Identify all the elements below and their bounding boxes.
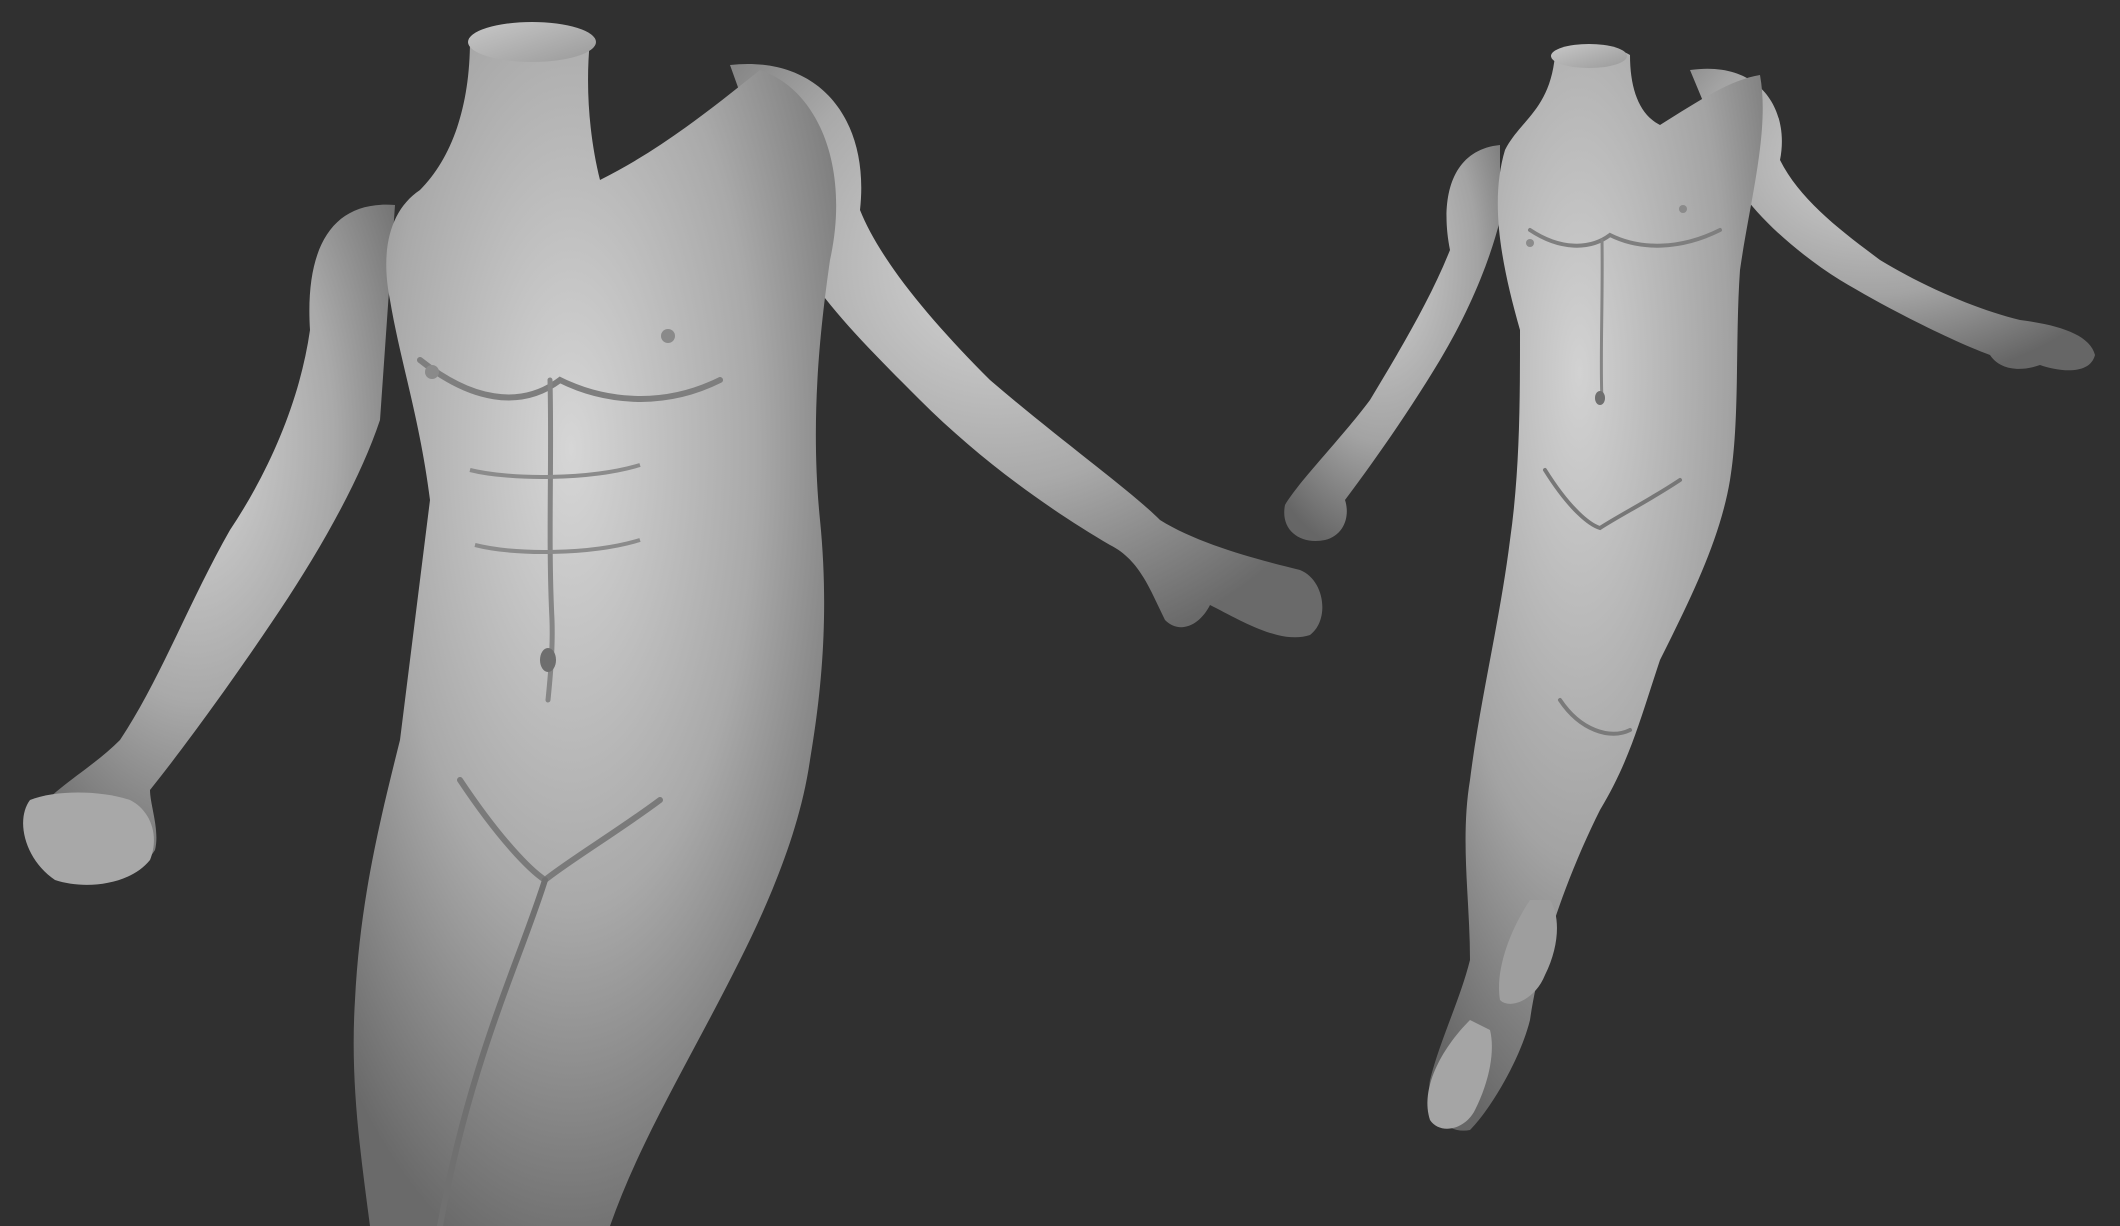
left-figure-neck-cap — [468, 22, 596, 62]
right-figure-arm-b — [1284, 145, 1500, 541]
fullbody-sculpt-right — [1284, 44, 2095, 1131]
right-figure-nipple-a — [1526, 239, 1534, 247]
left-figure-nipple-b — [661, 329, 675, 343]
left-figure-navel — [540, 648, 556, 672]
left-figure-fist — [23, 792, 154, 885]
sculpt-viewport — [0, 0, 2120, 1226]
left-figure-nipple-a — [425, 365, 439, 379]
left-figure-arm-a — [31, 204, 396, 882]
right-figure-navel — [1595, 391, 1605, 405]
right-figure-ab-line — [1599, 238, 1604, 402]
sculpt-render — [23, 22, 2095, 1226]
torso-sculpt-left — [23, 22, 1323, 1226]
left-figure-torso — [353, 30, 837, 1226]
right-figure-neck-cap — [1551, 44, 1627, 68]
right-figure-nipple-b — [1679, 205, 1687, 213]
